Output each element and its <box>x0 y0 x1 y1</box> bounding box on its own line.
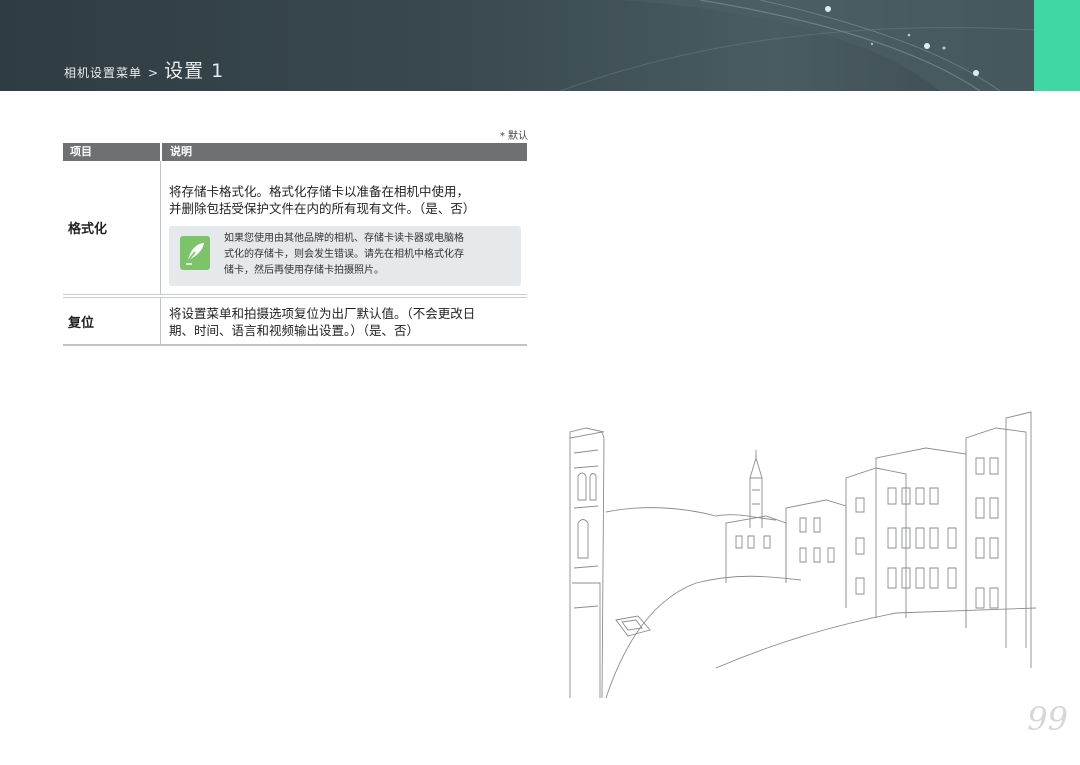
table-header: 项目 说明 <box>63 143 527 161</box>
description-line: 将存储卡格式化。格式化存储卡以准备在相机中使用， <box>169 184 470 199</box>
row-item-reset: 复位 <box>68 315 95 331</box>
note-text: 如果您使用由其他品牌的相机、存储卡读卡器或电脑格 式化的存储卡，则会发生错误。请… <box>224 231 516 279</box>
chapter-tab[interactable] <box>1034 0 1080 91</box>
breadcrumb-parent[interactable]: 相机设置菜单 <box>64 64 142 81</box>
table-row-format: 格式化 将存储卡格式化。格式化存储卡以准备在相机中使用， 并删除包括受保护文件在… <box>63 161 527 295</box>
table-row-reset: 复位 将设置菜单和拍摄选项复位为出厂默认值。（不会更改日 期、时间、语言和视频输… <box>63 297 527 346</box>
pen-note-icon <box>180 236 210 270</box>
page-number: 99 <box>1027 700 1068 738</box>
canal-illustration <box>569 411 1036 699</box>
note-box: 如果您使用由其他品牌的相机、存储卡读卡器或电脑格 式化的存储卡，则会发生错误。请… <box>169 226 521 286</box>
breadcrumb: 相机设置菜单 > 设置 1 <box>64 56 224 82</box>
description-line: 期、时间、语言和视频输出设置。）（是、否） <box>169 323 420 338</box>
note-line: 如果您使用由其他品牌的相机、存储卡读卡器或电脑格 <box>224 233 464 244</box>
page-title: 设置 1 <box>164 60 225 82</box>
header-banner: 相机设置菜单 > 设置 1 <box>0 0 1034 91</box>
description-line: 并删除包括受保护文件在内的所有现有文件。（是、否） <box>169 201 476 216</box>
breadcrumb-separator: > <box>148 66 159 80</box>
row-item-format: 格式化 <box>68 222 108 237</box>
row-description-reset: 将设置菜单和拍摄选项复位为出厂默认值。（不会更改日 期、时间、语言和视频输出设置… <box>160 298 527 344</box>
default-legend: * 默认 <box>499 131 528 142</box>
header-item: 项目 <box>70 145 92 158</box>
note-line: 式化的存储卡，则会发生错误。请先在相机中格式化存 <box>224 249 464 260</box>
note-line: 储卡，然后再使用存储卡拍摄照片。 <box>224 265 384 276</box>
row-description-format: 将存储卡格式化。格式化存储卡以准备在相机中使用， 并删除包括受保护文件在内的所有… <box>160 161 527 294</box>
settings-table: 项目 说明 格式化 将存储卡格式化。格式化存储卡以准备在相机中使用， 并删除包括… <box>63 143 527 346</box>
description-line: 将设置菜单和拍摄选项复位为出厂默认值。（不会更改日 <box>169 306 476 321</box>
header-description: 说明 <box>170 145 192 158</box>
